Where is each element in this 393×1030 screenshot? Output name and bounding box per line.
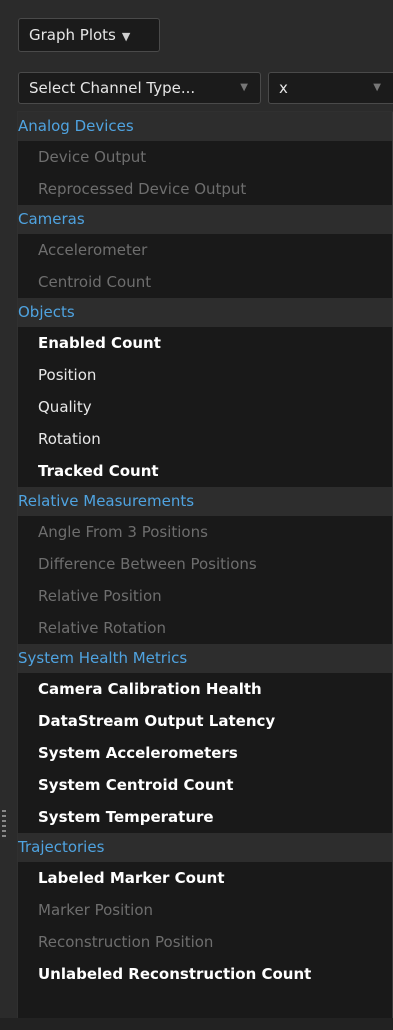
dropdown-arrow-icon: ▼ [121,30,131,43]
group-header-label: Relative Measurements [18,492,195,510]
menu-item: Centroid Count [38,273,152,291]
menu-item: Difference Between Positions [38,555,257,573]
group-header-label: Analog Devices [18,117,134,135]
graph-plots-label: Graph Plots [29,26,116,44]
channel-type-value: Select Channel Type... [29,79,196,97]
channel-type-dropdown-menu: Analog Devices Device Output Reprocessed D… [18,112,392,1018]
menu-item: Reconstruction Position [38,933,214,951]
menu-item[interactable]: Rotation [18,423,392,455]
menu-item[interactable]: Position [18,359,392,391]
menu-item: Marker Position [38,901,154,919]
menu-item: Accelerometer [38,241,148,259]
menu-item: Relative Rotation [38,619,166,637]
menu-item[interactable]: Quality [18,391,392,423]
menu-item: Relative Position [38,587,162,605]
channel-type-select[interactable]: Select Channel Type... ▼ [18,72,261,104]
menu-item: Angle From 3 Positions [38,523,208,541]
group-header-label: System Health Metrics [18,649,188,667]
group-header-label: Cameras [18,210,85,228]
menu-item[interactable]: Unlabeled Reconstruction Count [18,958,392,990]
menu-item[interactable]: DataStream Output Latency [18,705,392,737]
axis-value: x [279,79,288,97]
group-header: Cameras [18,205,392,234]
group-header: Relative Measurements [18,487,392,516]
axis-select[interactable]: x ▼ [268,72,393,104]
menu-item: Device Output [38,148,147,166]
bottom-strip [0,1018,393,1030]
menu-item[interactable]: System Accelerometers [18,737,392,769]
toolbar: Graph Plots ▼ [0,0,393,62]
group-header: Trajectories [18,833,392,862]
menu-item[interactable]: System Temperature [18,801,392,833]
group-header: System Health Metrics [18,644,392,673]
menu-item: Reprocessed Device Output [38,180,247,198]
group-header: Analog Devices [18,112,392,141]
chevron-down-icon: ▼ [240,82,248,93]
group-header-label: Objects [18,303,75,321]
group-header: Objects [18,298,392,327]
chevron-down-icon: ▼ [373,82,381,93]
resize-grip[interactable] [2,810,6,838]
group-header-label: Trajectories [18,838,105,856]
menu-item[interactable]: Labeled Marker Count [18,862,392,894]
channel-selector-row: Select Channel Type... ▼ x ▼ [0,68,393,108]
menu-item[interactable]: Tracked Count [18,455,392,487]
menu-item[interactable]: System Centroid Count [18,769,392,801]
menu-item[interactable]: Camera Calibration Health [18,673,392,705]
graph-plots-button[interactable]: Graph Plots ▼ [18,18,160,52]
menu-item[interactable]: Enabled Count [18,327,392,359]
